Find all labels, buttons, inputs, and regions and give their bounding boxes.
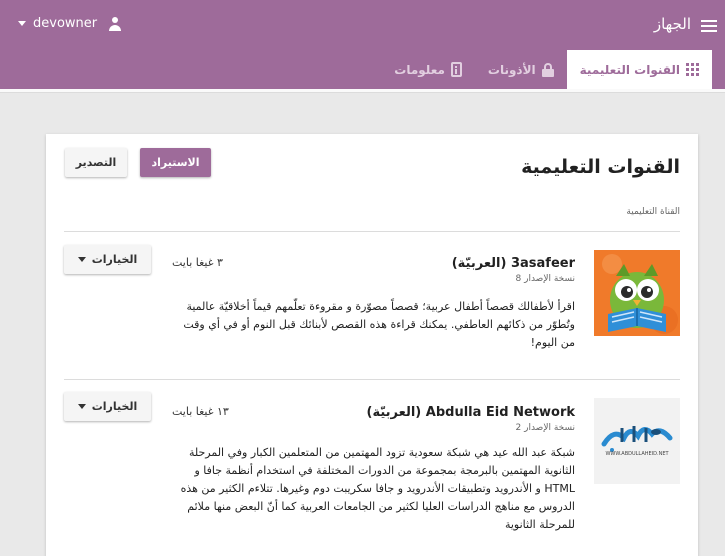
- column-header: القناة التعليمية: [626, 207, 680, 217]
- channels-card: القنوات التعليمية الاستيراد التصدير القن…: [46, 134, 698, 556]
- caret-down-icon: [77, 404, 86, 409]
- page-title: القنوات التعليمية: [521, 156, 680, 178]
- import-button[interactable]: الاستيراد: [140, 148, 211, 177]
- export-button[interactable]: التصدير: [65, 148, 127, 177]
- abdullaheid-logo-image: WWW.ABDULLAHEID.NET: [594, 398, 680, 484]
- username: devowner: [33, 16, 98, 31]
- caret-down-icon: [77, 257, 86, 262]
- caret-down-icon: [18, 21, 26, 26]
- options-dropdown-button[interactable]: الخيارات: [64, 392, 151, 421]
- owl-reading-book-image: [594, 250, 680, 336]
- grid-icon: [686, 63, 699, 76]
- tab-channels[interactable]: القنوات التعليمية: [566, 50, 712, 89]
- options-label: الخيارات: [91, 253, 138, 266]
- user-menu[interactable]: devowner: [18, 16, 122, 31]
- channel-name: Abdulla Eid Network (العربيّة): [366, 405, 575, 420]
- lock-icon: [541, 62, 554, 77]
- options-label: الخيارات: [91, 400, 138, 413]
- hamburger-menu-icon[interactable]: [701, 17, 717, 33]
- channel-name: 3asafeer (العربيّة): [451, 256, 575, 271]
- logo-text: WWW.ABDULLAHEID.NET: [605, 451, 669, 457]
- channel-description: اقرأ لأطفالك قصصاً أطفال عربية؛ قصصاً مص…: [183, 300, 575, 349]
- person-icon: [108, 16, 122, 31]
- channel-description: شبكة عبد الله عيد هي شبكة سعودية تزود ال…: [180, 446, 575, 531]
- channel-row: WWW.ABDULLAHEID.NET Abdulla Eid Network …: [64, 392, 680, 538]
- channel-version: نسخة الإصدار 2: [515, 423, 575, 433]
- tab-label: القنوات التعليمية: [579, 62, 680, 77]
- info-icon: [450, 62, 462, 77]
- tab-label: الأذونات: [487, 62, 536, 77]
- tab-info[interactable]: معلومات: [381, 50, 475, 89]
- channel-size: ٣ غيغا بايت: [172, 256, 223, 269]
- tab-label: معلومات: [394, 62, 445, 77]
- channel-version: نسخة الإصدار 8: [515, 274, 575, 284]
- tab-permissions[interactable]: الأذونات: [475, 50, 567, 89]
- header-divider: [64, 231, 680, 232]
- options-dropdown-button[interactable]: الخيارات: [64, 245, 151, 274]
- subheader-strip: [0, 89, 725, 93]
- row-divider: [64, 379, 680, 380]
- app-bar: الجهاز devowner القنوات التعليمية الأذون…: [0, 0, 725, 89]
- channel-row: 3asafeer (العربيّة) نسخة الإصدار 8 ٣ غيغ…: [64, 245, 680, 379]
- channel-size: ١٣ غيغا بايت: [172, 405, 229, 418]
- tab-bar: القنوات التعليمية الأذونات معلومات: [381, 50, 712, 89]
- app-title: الجهاز: [653, 15, 691, 33]
